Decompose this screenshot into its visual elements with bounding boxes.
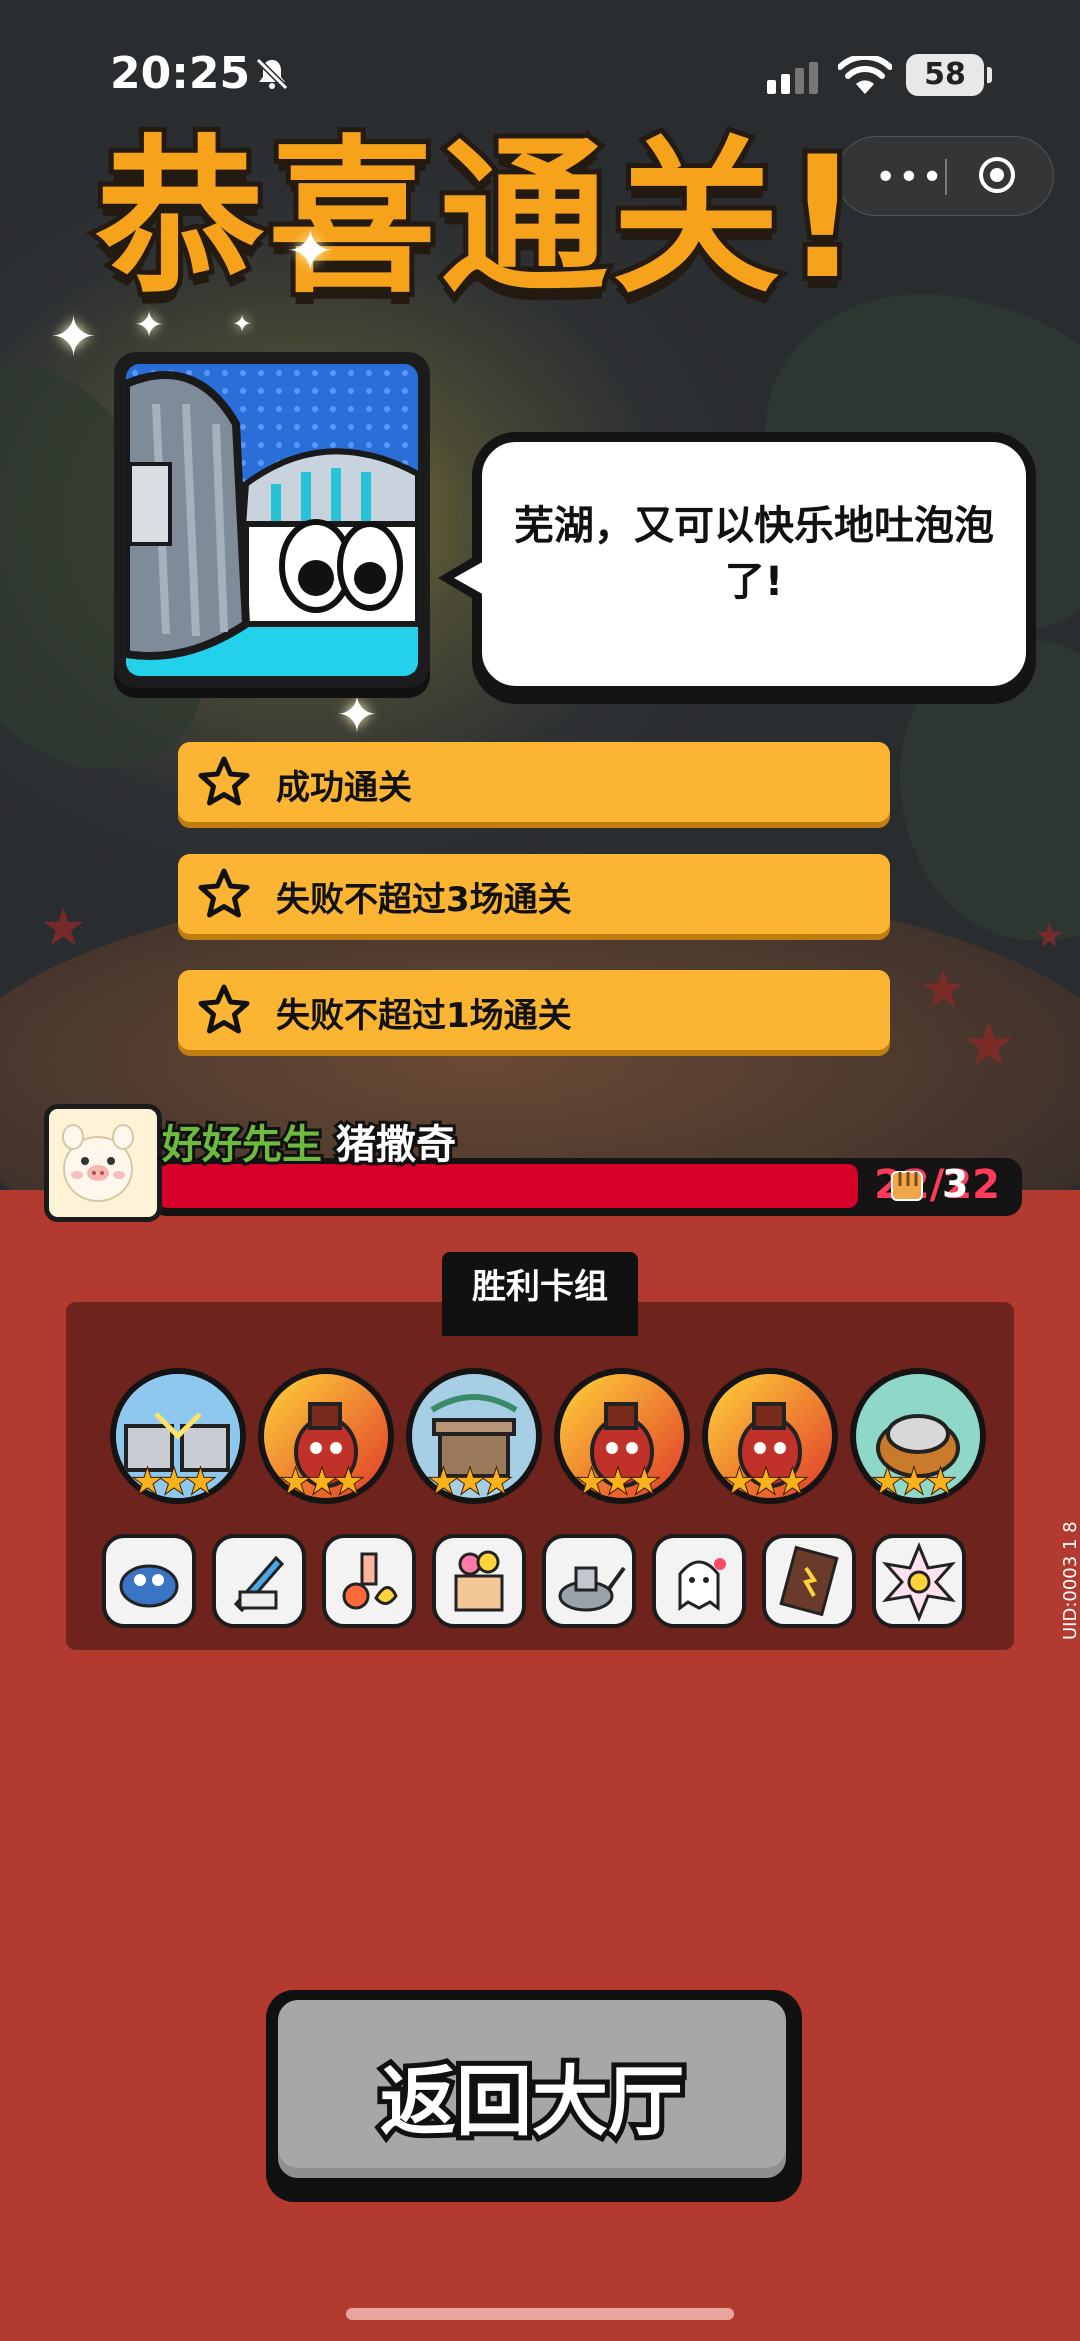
return-lobby-label: 返回大厅 [375,2052,689,2151]
pig-avatar-icon [49,1109,147,1207]
power-count: 3 [942,1162,969,1206]
seastar-decoration: ★ [920,960,967,1020]
mute-bell-icon [255,57,289,91]
fist-icon [891,1171,923,1201]
home-indicator[interactable] [346,2308,734,2320]
hp-bar-fill [158,1164,858,1208]
player-title: 好好先生 [159,1119,325,1171]
energy-burst-item-icon[interactable] [872,1534,966,1628]
ice-cream-cart-item-icon[interactable] [432,1534,526,1628]
goal-item: 失败不超过1场通关 [178,970,890,1050]
hero-star-rating: ★★★ [279,1461,364,1503]
wifi-icon [838,56,892,94]
sparkle-icon: ✦ [232,310,253,338]
ghost-chef-item-icon[interactable] [652,1534,746,1628]
goal-label: 成功通关 [276,768,412,808]
hero-star-rating: ★★★ [723,1461,808,1503]
seastar-decoration: ★ [962,1010,1016,1080]
status-bar: 20:25 58 [0,40,1080,110]
battery-indicator: 58 [906,54,992,96]
return-lobby-button[interactable]: 返回大厅 [266,1990,802,2202]
fruit-drinks-item-icon[interactable] [322,1534,416,1628]
rocket-item-icon[interactable] [212,1534,306,1628]
chocolate-bar-item-icon[interactable] [762,1534,856,1628]
shield-robot-character-icon [126,364,418,676]
deck-title-tab: 胜利卡组 [442,1252,638,1336]
seastar-decoration: ★ [40,898,87,958]
player-name: 猪撒奇 [333,1119,459,1171]
sparkle-icon: ✦ [286,217,335,285]
user-id-label: UID:0003 1 8 [1060,1521,1080,1640]
star-outline-icon [198,868,250,918]
robot-pan-item-icon[interactable] [542,1534,636,1628]
hero-star-rating: ★★★ [427,1461,512,1503]
character-portrait-card [114,352,430,688]
goal-item: 失败不超过3场通关 [178,854,890,934]
hero-star-rating: ★★★ [871,1461,956,1503]
status-time: 20:25 [110,48,251,99]
goal-label: 失败不超过1场通关 [276,996,572,1036]
sparkle-icon: ✦ [336,686,378,744]
goal-label: 失败不超过3场通关 [276,880,572,920]
victory-deck-panel: ★★★ ★★★ ★★★ ★★★ ★★★ ★★★ [66,1302,1014,1650]
dialog-bubble: 芜湖，又可以快乐地吐泡泡了! [438,432,1036,696]
star-outline-icon [198,984,250,1034]
hero-star-rating: ★★★ [131,1461,216,1503]
seastar-decoration: ★ [1034,916,1065,956]
star-outline-icon [198,756,250,806]
hero-star-rating: ★★★ [575,1461,660,1503]
dialog-text: 芜湖，又可以快乐地吐泡泡了! [514,503,994,605]
crab-item-icon[interactable] [102,1534,196,1628]
player-name-line: 好好先生 猪撒奇 [159,1112,459,1171]
cellular-signal-icon [767,62,818,94]
sparkle-icon: ✦ [50,305,97,370]
player-avatar[interactable] [44,1104,162,1222]
victory-title: 恭喜通关! [91,115,866,321]
goal-item: 成功通关 [178,742,890,822]
sparkle-icon: ✦ [134,305,165,346]
